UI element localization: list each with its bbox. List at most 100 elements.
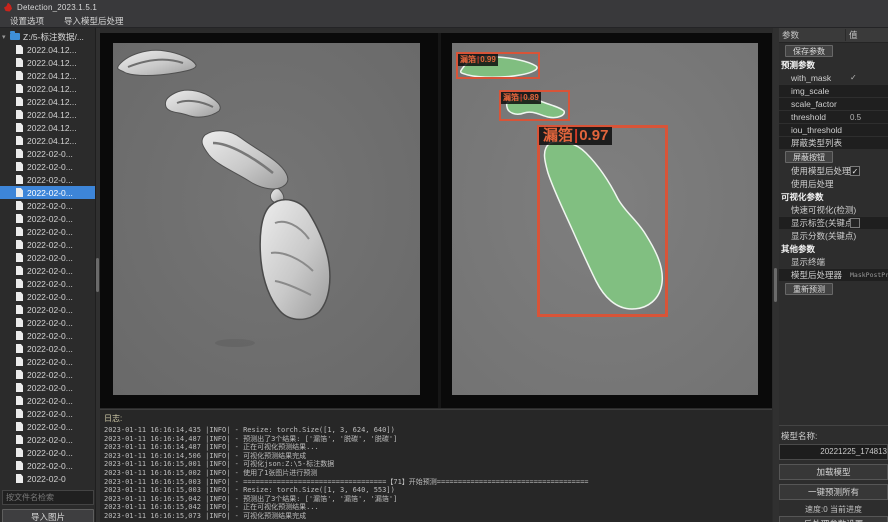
param-value[interactable]: ✓ [850, 166, 860, 176]
tree-file-item[interactable]: 2022-02-0... [0, 173, 96, 186]
file-icon [16, 396, 23, 405]
import-images-button[interactable]: 导入图片 [2, 509, 94, 522]
param-row[interactable]: img_scale [779, 84, 888, 97]
log-line: 2023-01-11 16:16:14,435 |INFO| - Resize:… [100, 426, 772, 435]
log-line: 2023-01-11 16:16:15,001 |INFO| - 可视化json… [100, 460, 772, 469]
tree-item-label: 2022-02-0... [27, 461, 73, 471]
param-value[interactable]: MaskPostPro [850, 271, 888, 279]
tree-file-item[interactable]: 2022-02-0... [0, 407, 96, 420]
param-row[interactable]: 重新预测 [779, 281, 888, 296]
tree-file-item[interactable]: 2022-02-0... [0, 420, 96, 433]
file-icon [16, 344, 23, 353]
param-row[interactable]: 屏蔽按钮 [779, 149, 888, 164]
tree-file-item[interactable]: 2022-02-0... [0, 160, 96, 173]
param-value[interactable] [850, 218, 860, 228]
tree-item-label: 2022-02-0... [27, 370, 73, 380]
predict-all-button[interactable]: 一键预测所有 [779, 484, 888, 500]
log-line: 2023-01-11 16:16:15,003 |INFO| - Resize:… [100, 486, 772, 495]
tree-file-item[interactable]: 2022.04.12... [0, 43, 96, 56]
param-label: 显示分数(关键点) [779, 230, 856, 242]
tree-file-item[interactable]: 2022-02-0... [0, 277, 96, 290]
tree-file-item[interactable]: 2022-02-0... [0, 368, 96, 381]
file-icon [16, 175, 23, 184]
param-label: 可视化参数 [779, 191, 824, 203]
tree-file-item[interactable]: 2022-02-0... [0, 355, 96, 368]
param-row[interactable]: 可视化参数 [779, 190, 888, 203]
tree-file-item[interactable]: 2022-02-0... [0, 329, 96, 342]
file-icon [16, 331, 23, 340]
param-row[interactable]: 使用模型后处理 ✓ [779, 164, 888, 177]
tree-file-item[interactable]: 2022.04.12... [0, 69, 96, 82]
tree-file-item[interactable]: 2022.04.12... [0, 82, 96, 95]
tree-file-item[interactable]: 2022-02-0... [0, 394, 96, 407]
tree-file-item[interactable]: 2022-02-0... [0, 446, 96, 459]
file-icon [16, 110, 23, 119]
file-tree[interactable]: ▾ Z:/5-标注数据/... 2022.04.12... 2022.04.12… [0, 30, 96, 488]
tree-file-item[interactable]: 2022-02-0... [0, 381, 96, 394]
params-header-name: 参数 [779, 29, 846, 41]
expander-arrow-icon[interactable]: ▾ [2, 33, 10, 41]
param-row[interactable]: 预测参数 [779, 58, 888, 71]
tree-file-item[interactable]: 2022-02-0... [0, 212, 96, 225]
param-row[interactable]: 其他参数 [779, 242, 888, 255]
source-image-panel[interactable] [113, 43, 420, 395]
param-row[interactable]: 使用后处理 [779, 177, 888, 190]
param-row[interactable]: scale_factor [779, 97, 888, 110]
tree-file-item[interactable]: 2022-02-0... [0, 147, 96, 160]
tree-file-item[interactable]: 2022-02-0... [0, 199, 96, 212]
params-rows: 保存参数 预测参数 with_mask ✓ img_scale [779, 43, 888, 296]
param-row[interactable]: 显示分数(关键点) [779, 229, 888, 242]
param-row[interactable]: threshold 0.5 [779, 110, 888, 123]
tree-file-item[interactable]: 2022-02-0... [0, 251, 96, 264]
tree-item-label: 2022.04.12... [27, 84, 77, 94]
param-row[interactable]: 显示终端 [779, 255, 888, 268]
tree-root-folder[interactable]: ▾ Z:/5-标注数据/... [0, 30, 96, 43]
tree-file-item[interactable]: 2022-02-0 [0, 472, 96, 485]
tree-file-item[interactable]: 2022.04.12... [0, 108, 96, 121]
tree-file-item[interactable]: 2022-02-0... [0, 290, 96, 303]
tree-file-item[interactable]: 2022.04.12... [0, 121, 96, 134]
file-icon [16, 227, 23, 236]
param-row[interactable]: 保存参数 [779, 43, 888, 58]
tree-file-item[interactable]: 2022-02-0... [0, 303, 96, 316]
param-value[interactable]: ✓ [850, 73, 857, 82]
tree-item-label: 2022-02-0... [27, 305, 73, 315]
param-row[interactable]: 快速可视化(检测) [779, 203, 888, 216]
postprocess-settings-button[interactable]: 后处理参数设置 [779, 516, 888, 522]
tree-file-item[interactable]: 2022-02-0... [0, 459, 96, 472]
log-line: 2023-01-11 16:16:15,042 |INFO| - 正在可视化预测… [100, 503, 772, 512]
load-model-button[interactable]: 加载模型 [779, 464, 888, 480]
tree-item-label: 2022-02-0... [27, 331, 73, 341]
tree-item-label: 2022.04.12... [27, 71, 77, 81]
file-icon [16, 162, 23, 171]
param-row[interactable]: 屏蔽类型列表 [779, 136, 888, 149]
tree-file-item[interactable]: 2022-02-0... [0, 238, 96, 251]
param-label: 保存参数 [785, 45, 833, 57]
tree-file-item[interactable]: 2022-02-0... [0, 342, 96, 355]
filename-search-input[interactable] [2, 490, 94, 505]
model-name-field[interactable]: 20221225_174813 [779, 444, 888, 460]
tree-file-item[interactable]: 2022-02-0... [0, 433, 96, 446]
param-value[interactable]: 0.5 [850, 113, 861, 122]
tree-file-item[interactable]: 2022-02-0... [0, 316, 96, 329]
tree-file-item[interactable]: 2022-02-0... [0, 264, 96, 277]
tree-file-item[interactable]: 2022.04.12... [0, 134, 96, 147]
prediction-image-panel[interactable]: 漏箔|0.99 漏箔|0.89 漏箔|0.97 [452, 43, 758, 395]
tree-file-item[interactable]: 2022.04.12... [0, 95, 96, 108]
menu-item[interactable]: 导入模型后处理 [54, 14, 134, 28]
file-icon [16, 357, 23, 366]
log-console[interactable]: 日志: 2023-01-11 16:16:14,435 |INFO| - Res… [100, 409, 772, 522]
file-icon [16, 123, 23, 132]
tree-file-item[interactable]: 2022.04.12... [0, 56, 96, 69]
param-row[interactable]: 模型后处理器 MaskPostPro [779, 268, 888, 281]
param-row[interactable]: 显示标签(关键点) [779, 216, 888, 229]
tree-file-item[interactable]: 2022-02-0... [0, 186, 96, 199]
menu-item[interactable]: 设置选项 [0, 14, 54, 28]
param-label: 使用模型后处理 [779, 165, 851, 177]
param-row[interactable]: with_mask ✓ [779, 71, 888, 84]
detection-label: 漏箔|0.99 [458, 54, 498, 66]
param-label: img_scale [779, 86, 829, 96]
tree-file-item[interactable]: 2022-02-0... [0, 225, 96, 238]
file-icon [16, 71, 23, 80]
param-row[interactable]: iou_threshold [779, 123, 888, 136]
